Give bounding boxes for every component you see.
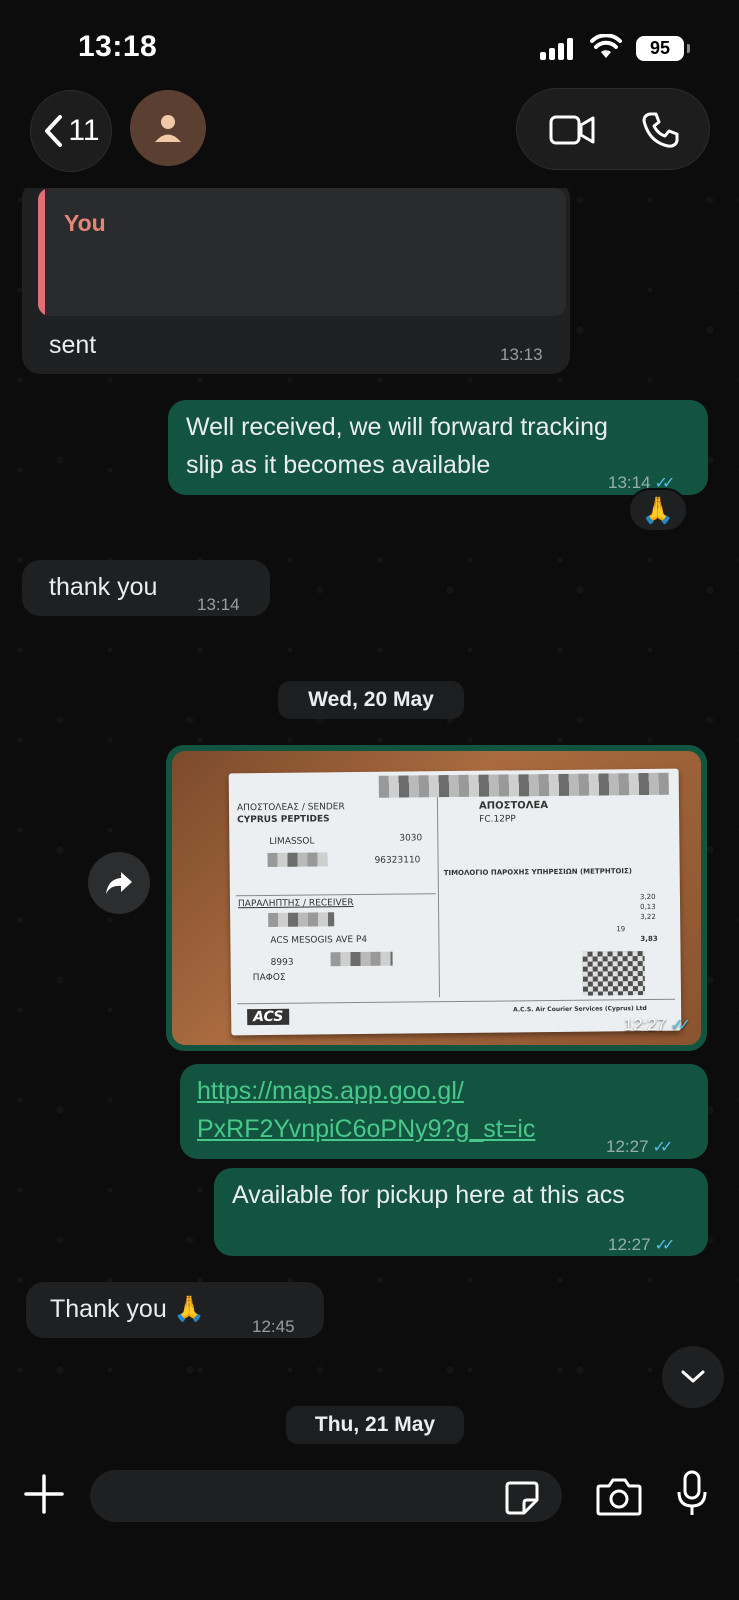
message-input[interactable] <box>90 1470 562 1522</box>
sticker-icon[interactable] <box>504 1480 540 1516</box>
acs-logo: ACS <box>247 1008 290 1026</box>
outgoing-message[interactable]: Well received, we will forward tracking … <box>168 400 708 495</box>
redacted-area <box>268 912 335 927</box>
slip-charge-3: 3,22 <box>640 912 656 922</box>
slip-charge-1: 3,20 <box>639 892 656 902</box>
slip-total: 3,83 <box>640 934 658 944</box>
slip-debit: ΑΠΟΣΤΟΛΕΑ <box>478 800 549 812</box>
message-time: 13:14 <box>197 595 240 614</box>
message-time: 13:13 <box>500 345 543 364</box>
message-text: Available for pickup here at this acs <box>232 1181 625 1209</box>
chevron-left-icon <box>45 115 63 147</box>
slip-receiver-city: ΠΑΦΟΣ <box>252 972 286 984</box>
phone-icon <box>642 112 678 148</box>
slip-phone: 96323110 <box>374 855 421 866</box>
slip-zip: 3030 <box>399 833 423 844</box>
video-call-button[interactable] <box>523 89 620 171</box>
shipping-slip: ΑΠΟΣΤΟΛΕΑΣ / SENDER CYPRUS PEPTIDES LIMA… <box>228 768 682 1036</box>
contact-avatar[interactable] <box>130 90 206 166</box>
slip-sender-label: ΑΠΟΣΤΟΛΕΑΣ / SENDER <box>236 802 345 814</box>
redacted-qr-code <box>582 951 645 996</box>
wifi-icon <box>590 34 622 58</box>
slip-sender-name: CYPRUS PEPTIDES <box>237 814 330 826</box>
call-actions <box>516 88 710 170</box>
image-time-read: 12:27 ✓✓ <box>623 1015 691 1035</box>
maps-link-line-1[interactable]: https://maps.app.goo.gl/ <box>197 1072 464 1110</box>
person-icon <box>155 115 181 142</box>
quoted-reply[interactable]: You <box>38 188 566 316</box>
incoming-message[interactable]: You sent 13:13 <box>22 180 570 374</box>
slip-charge-2: 0,13 <box>640 902 656 912</box>
cellular-signal-icon <box>540 38 574 60</box>
message-text: Thank you 🙏 <box>50 1295 205 1323</box>
read-ticks-icon: ✓✓ <box>654 1237 676 1254</box>
outgoing-link-message[interactable]: https://maps.app.goo.gl/ PxRF2YvnpiC6oPN… <box>180 1064 708 1159</box>
back-button[interactable]: 11 <box>30 90 112 172</box>
slip-company: A.C.S. Air Courier Services (Cyprus) Ltd <box>513 1004 647 1014</box>
forward-icon <box>106 872 132 894</box>
slip-divider <box>436 797 440 998</box>
redacted-area <box>267 852 328 867</box>
message-composer <box>0 1450 739 1600</box>
chat-header: 11 <box>0 88 739 188</box>
date-separator: Thu, 21 May <box>286 1406 464 1444</box>
message-text: thank you <box>49 573 158 601</box>
slip-vat: 19 <box>616 925 626 934</box>
message-time: 12:27 <box>606 1137 649 1156</box>
maps-link-line-2[interactable]: PxRF2YvnpiC6oPNy9?g_st=ic <box>197 1110 535 1148</box>
message-time: 12:27 <box>608 1235 651 1254</box>
reaction-badge[interactable]: 🙏 <box>628 488 688 532</box>
redacted-area <box>330 951 393 967</box>
plus-icon[interactable] <box>22 1472 66 1516</box>
slip-receiver-address: ACS MESOGIS AVE P4 <box>270 934 368 946</box>
message-text-line-1: Well received, we will forward tracking <box>186 413 608 441</box>
outgoing-message[interactable]: Available for pickup here at this acs 12… <box>214 1168 708 1256</box>
status-time: 13:18 <box>78 30 158 63</box>
message-text: sent <box>49 331 97 359</box>
unread-count: 11 <box>68 114 100 147</box>
message-time-read: 12:27 ✓✓ <box>608 1226 676 1265</box>
slip-receiver-zip: 8993 <box>270 957 294 968</box>
slip-sender-city: LIMASSOL <box>269 836 315 847</box>
read-ticks-icon: ✓✓ <box>670 1017 691 1034</box>
read-ticks-icon: ✓✓ <box>652 1139 674 1156</box>
date-separator: Wed, 20 May <box>278 681 464 719</box>
slip-receiver-label: ΠΑΡΑΛΗΠΤΗΣ / RECEIVER <box>237 898 354 910</box>
shipping-slip-photo[interactable]: ΑΠΟΣΤΟΛΕΑΣ / SENDER CYPRUS PEPTIDES LIMA… <box>172 751 701 1045</box>
slip-rule <box>235 893 436 897</box>
video-icon <box>549 115 594 145</box>
quote-bar <box>38 188 45 316</box>
redacted-area <box>378 772 669 798</box>
message-time: 12:45 <box>252 1317 295 1336</box>
camera-icon[interactable] <box>596 1476 642 1516</box>
message-time-read: 12:27 ✓✓ <box>606 1128 674 1167</box>
slip-invoice-title: ΤΙΜΟΛΟΓΙΟ ΠΑΡΟΧΗΣ ΥΠΗΡΕΣΙΩΝ (ΜΕΤΡΗΤΟΙΣ) <box>443 867 633 878</box>
battery-indicator: 95 <box>636 36 690 61</box>
message-time: 12:27 <box>623 1015 667 1034</box>
quote-author: You <box>64 210 106 236</box>
message-text-line-2: slip as it becomes available <box>186 451 491 479</box>
slip-product: FC.12PP <box>479 814 516 825</box>
mic-icon[interactable] <box>676 1470 708 1518</box>
scroll-to-bottom-button[interactable] <box>662 1346 724 1408</box>
image-message[interactable]: ΑΠΟΣΤΟΛΕΑΣ / SENDER CYPRUS PEPTIDES LIMA… <box>166 745 707 1051</box>
slip-rule <box>237 998 676 1005</box>
incoming-message[interactable]: thank you 13:14 <box>22 560 270 616</box>
status-bar: 13:18 95 <box>0 0 739 90</box>
incoming-message[interactable]: Thank you 🙏 12:45 <box>26 1282 324 1338</box>
forward-button[interactable] <box>88 852 150 914</box>
voice-call-button[interactable] <box>611 89 708 171</box>
chevron-down-icon <box>681 1370 705 1383</box>
